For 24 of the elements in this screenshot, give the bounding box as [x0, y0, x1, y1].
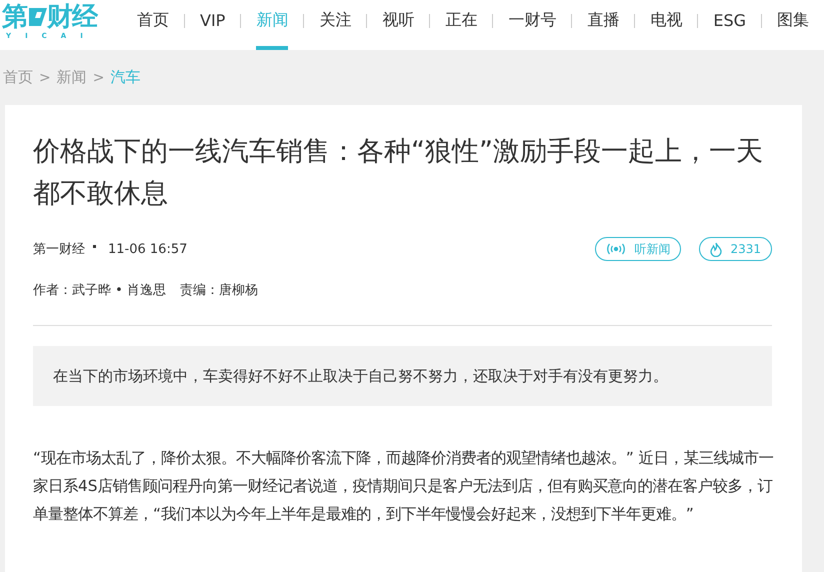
nav-item[interactable]: 图集 [762, 0, 824, 50]
article-summary: 在当下的市场环境中，车卖得好不好不止取决于自己努不努力，还取决于对手有没有更努力。 [33, 346, 772, 406]
logo-icon [27, 6, 47, 28]
logo-text: 第 [2, 2, 27, 32]
nav-item[interactable]: 首页 [122, 0, 184, 50]
nav-item[interactable]: 视听 [367, 0, 430, 50]
article-authors: 作者：武子晔 • 肖逸思 [33, 282, 166, 299]
nav-item[interactable]: ESG [698, 0, 761, 50]
logo-text: 财经 [47, 2, 97, 32]
nav-item[interactable]: 电视 [635, 0, 698, 50]
article-time: 11-06 16:57 [108, 242, 188, 256]
flame-icon [710, 242, 722, 256]
broadcast-icon [606, 243, 626, 255]
nav-item[interactable]: 关注 [304, 0, 366, 50]
article-paragraph: “现在市场太乱了，降价太狠。不大幅降价客流下降，而越降价消费者的观望情绪也越浓。” 近日，某三线城市一家日系4S店销售顾问程丹向第一财经记者说道，疫情期间只是客户无法到店，但有购买意向的潜在客户较多，订单量整体不算差，“我们本以为今年上半年是最难的，到下半年慢慢会好起来，没想到下半年更难。” [33, 448, 775, 525]
article-source: 第一财经 [33, 241, 85, 258]
breadcrumb-separator: > [92, 70, 104, 86]
nav-item[interactable]: 一财号 [493, 0, 572, 50]
nav-item[interactable]: VIP [185, 0, 240, 50]
breadcrumb-separator: > [39, 70, 51, 86]
article-title: 价格战下的一线汽车销售：各种“狼性”激励手段一起上，一天都不敢休息 [33, 135, 764, 211]
nav-item[interactable]: 正在 [430, 0, 492, 50]
article-editor: 责编：唐柳杨 [180, 282, 258, 299]
nav-item[interactable]: 直播 [572, 0, 634, 50]
